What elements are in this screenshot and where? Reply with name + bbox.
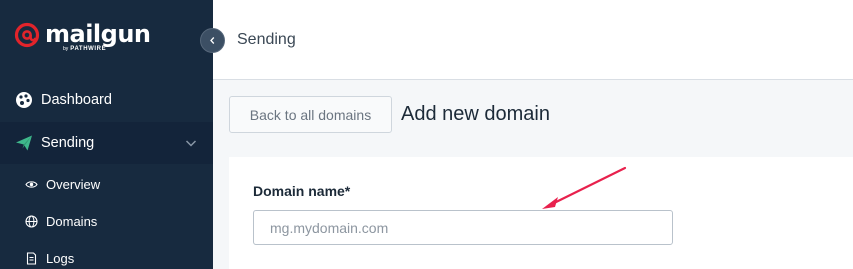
sidebar-item-label: Domains	[46, 213, 98, 229]
sidebar-item-logs[interactable]: Logs	[0, 240, 213, 269]
page-title: Add new domain	[401, 103, 550, 125]
chevron-down-icon[interactable]	[185, 137, 197, 149]
brand-company: PATHWIRE	[70, 46, 107, 52]
globe-icon	[25, 214, 38, 228]
sidebar-item-sending[interactable]: Sending	[0, 122, 213, 164]
collapse-sidebar-button[interactable]	[200, 28, 225, 53]
sidebar: mailgun by PATHWIRE Dashboard Sending Ove…	[0, 0, 213, 269]
back-to-all-domains-button[interactable]: Back to all domains	[229, 96, 392, 133]
sidebar-item-overview[interactable]: Overview	[0, 166, 213, 202]
chevron-left-icon	[210, 37, 215, 44]
palette-icon	[16, 92, 32, 108]
annotation-arrow-icon	[542, 166, 627, 209]
sidebar-item-label: Dashboard	[41, 92, 112, 108]
page-section-title: Sending	[237, 31, 296, 48]
eye-icon	[25, 180, 38, 188]
sidebar-item-label: Logs	[46, 250, 75, 266]
domain-name-input[interactable]	[253, 210, 673, 245]
sidebar-item-domains[interactable]: Domains	[0, 203, 213, 239]
sidebar-item-dashboard[interactable]: Dashboard	[0, 79, 213, 121]
mailgun-logo-icon	[14, 22, 40, 48]
brand-by: by	[63, 46, 69, 52]
top-bar: Sending	[213, 0, 853, 80]
paper-plane-icon	[16, 135, 32, 151]
brand-name: mailgun	[45, 20, 151, 48]
mailgun-logo[interactable]: mailgun by PATHWIRE	[14, 22, 151, 56]
domain-name-label: Domain name*	[253, 183, 351, 199]
sidebar-item-label: Overview	[46, 176, 101, 192]
document-icon	[26, 251, 37, 265]
sidebar-item-label: Sending	[41, 135, 95, 151]
